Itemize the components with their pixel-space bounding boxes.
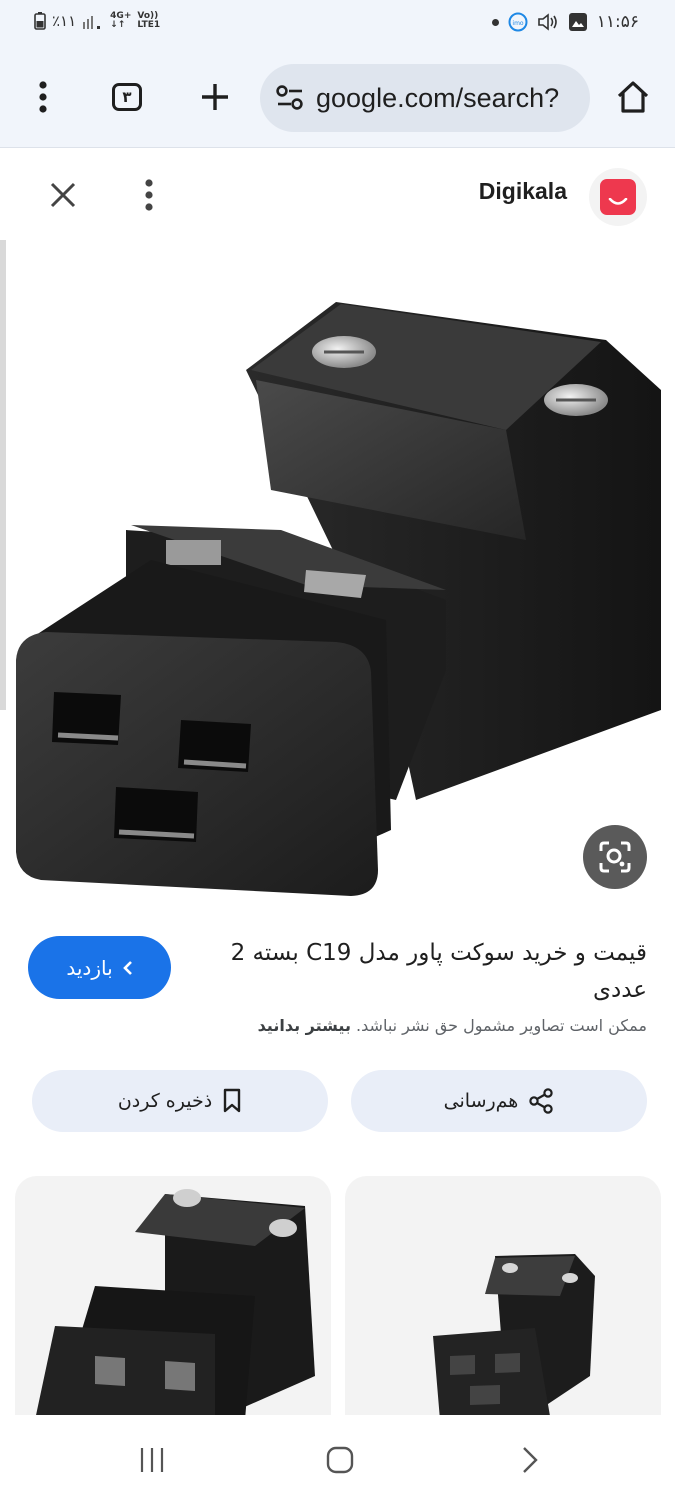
smile-icon [608,198,628,205]
copyright-notice: ممکن است تصاویر مشمول حق نشر نباشد. بیشت… [258,1016,647,1035]
notification-dot-icon [491,18,499,26]
share-icon [529,1088,554,1114]
plus-icon [202,84,228,110]
related-image-2[interactable] [345,1176,661,1420]
menu-button[interactable] [18,72,68,122]
gallery-icon [568,13,587,31]
back-nav-button[interactable] [500,1435,560,1485]
close-button[interactable] [40,172,86,218]
copyright-text: ممکن است تصاویر مشمول حق نشر نباشد. [356,1016,647,1035]
home-circle-icon [326,1446,354,1474]
power-socket-image [16,302,661,896]
product-image[interactable] [6,240,675,905]
save-label: ذخیره کردن [117,1090,213,1112]
more-options-button[interactable] [126,172,172,218]
save-button[interactable]: ذخیره کردن [32,1070,328,1132]
url-text[interactable]: google.com/search? [316,83,559,114]
visit-button[interactable]: بازدید [28,936,171,999]
home-icon [617,81,649,113]
new-tab-button[interactable] [190,72,240,122]
related-image-1[interactable] [15,1176,331,1420]
power-socket-image [35,1189,315,1420]
digikala-logo-icon [600,179,636,215]
tune-icon[interactable] [276,85,304,111]
recent-apps-icon [140,1448,164,1472]
browser-toolbar: ۳ google.com/search? [0,50,675,148]
imo-icon: imo [508,12,528,32]
system-navigation-bar [0,1415,675,1500]
site-logo[interactable] [589,168,647,226]
power-socket-image [433,1254,595,1420]
clock: ۱۱:۵۶ [596,12,639,32]
close-icon [50,182,76,208]
home-nav-button[interactable] [310,1435,370,1485]
share-label: هم‌رسانی [443,1090,519,1112]
volume-icon [537,13,557,31]
signal-icon [83,16,101,29]
preview-header: Digikala [0,150,675,240]
result-title[interactable]: قیمت و خرید سوکت پاور مدل C19 بسته 2 عدد… [197,935,647,1009]
vertical-dots-icon [145,179,153,211]
share-button[interactable]: هم‌رسانی [351,1070,647,1132]
learn-more-link[interactable]: بیشتر بدانید [258,1016,351,1035]
lens-icon [599,841,631,873]
tab-count: ۳ [112,83,142,111]
visit-label: بازدید [66,955,113,980]
recent-apps-button[interactable] [122,1435,182,1485]
svg-text:imo: imo [512,20,524,27]
status-left: ٪۱۱ 4G+ ↓↑ Vo)) LTE1 [34,12,160,30]
status-bar: ٪۱۱ 4G+ ↓↑ Vo)) LTE1 imo ۱۱:۵۶ [0,0,675,50]
tab-switcher-button[interactable]: ۳ [102,72,152,122]
chevron-left-icon [122,960,132,975]
url-bar[interactable]: google.com/search? [260,64,590,132]
status-right: imo ۱۱:۵۶ [491,12,639,32]
site-name[interactable]: Digikala [479,178,567,205]
lens-button[interactable] [583,825,647,889]
volte-indicator: Vo)) LTE1 [137,11,161,30]
chevron-right-icon [523,1447,538,1473]
vertical-dots-icon [39,81,47,113]
battery-level: ٪۱۱ [52,12,77,30]
battery-icon [34,12,46,30]
bookmark-icon [223,1088,241,1113]
network-type: 4G+ ↓↑ [110,11,132,30]
home-button[interactable] [608,72,658,122]
